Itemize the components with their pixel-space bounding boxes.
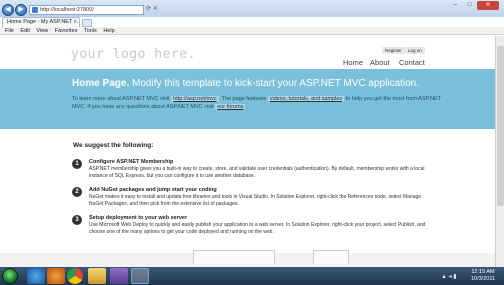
chrome-icon[interactable] <box>67 268 83 284</box>
content-card <box>313 250 349 264</box>
suggestions-heading: We suggest the following: <box>73 142 154 149</box>
aspnet-mvc-link[interactable]: http://asp.net/mvc <box>171 96 219 102</box>
minimize-button[interactable]: – <box>449 1 462 10</box>
featured-title: Home Page. Modify this template to kick-… <box>72 78 419 89</box>
videos-link[interactable]: videos, tutorials, and samples <box>267 96 345 102</box>
login-link[interactable]: Log on <box>405 47 425 54</box>
windows-taskbar: ▲ ◂ ▮ 12:15 AM 10/3/2011 <box>0 267 504 285</box>
menu-edit[interactable]: Edit <box>20 27 29 35</box>
nav-contact[interactable]: Contact <box>399 58 425 67</box>
new-tab-button[interactable] <box>82 19 92 27</box>
step-number: 3 <box>72 215 82 225</box>
featured-section: Home Page. Modify this template to kick-… <box>0 69 504 129</box>
clock-time: 12:15 AM <box>471 269 495 275</box>
content-card <box>193 250 275 264</box>
tab-title: Home Page - My ASP.NET ... <box>7 19 79 25</box>
address-text: http://localhost:27800/ <box>40 7 94 13</box>
visual-studio-icon[interactable] <box>110 268 128 284</box>
step-title: Setup deployment to your web server <box>89 215 188 221</box>
main-content: We suggest the following: 1 Configure AS… <box>0 129 504 267</box>
page-icon <box>32 7 38 13</box>
menu-favorites[interactable]: Favorites <box>55 27 78 35</box>
step-title: Configure ASP.NET Membership <box>89 159 174 165</box>
menu-tools[interactable]: Tools <box>84 27 97 35</box>
step-number: 1 <box>72 159 82 169</box>
taskbar-clock[interactable]: 12:15 AM 10/3/2011 <box>468 269 498 283</box>
web-page: your logo here. Register Log on Home Abo… <box>0 36 504 267</box>
featured-text-1: To learn more about ASP.NET MVC visit <box>72 96 172 102</box>
register-link[interactable]: Register <box>382 47 405 54</box>
forums-link[interactable]: our forums <box>215 104 246 110</box>
browser-titlebar: ◀ ▶ http://localhost:27800/ ⟳ ✕ – □ ✕ <box>0 0 504 17</box>
nav-about[interactable]: About <box>370 58 390 67</box>
featured-text: To learn more about ASP.NET MVC visit ht… <box>72 95 442 111</box>
navigation-bar: ◀ ▶ http://localhost:27800/ ⟳ ✕ <box>0 4 504 17</box>
featured-text-4: . <box>245 104 247 110</box>
step-text: Use Microsoft Web Deploy to quickly and … <box>89 222 426 235</box>
firefox-icon[interactable] <box>47 268 65 284</box>
menu-bar: File Edit View Favorites Tools Help <box>0 27 504 35</box>
menu-help[interactable]: Help <box>103 27 114 35</box>
step-text: NuGet makes it easy to install and updat… <box>89 194 422 207</box>
site-logo[interactable]: your logo here. <box>71 47 196 62</box>
internet-explorer-icon[interactable] <box>27 268 45 284</box>
address-bar[interactable]: http://localhost:27800/ <box>29 5 144 15</box>
forward-button[interactable]: ▶ <box>15 4 27 16</box>
maximize-button[interactable]: □ <box>463 1 476 10</box>
explorer-folder-icon[interactable] <box>88 268 106 284</box>
step-title: Add NuGet packages and jump start your c… <box>89 187 217 193</box>
tab-close-icon[interactable]: × <box>73 18 77 27</box>
step-text: ASP.NET membership gives you a built-in … <box>89 166 425 179</box>
nav-home[interactable]: Home <box>343 58 363 67</box>
system-tray-icons[interactable]: ▲ ◂ ▮ <box>441 273 457 280</box>
menu-file[interactable]: File <box>5 27 14 35</box>
back-button[interactable]: ◀ <box>2 4 14 16</box>
featured-title-bold: Home Page. <box>72 78 130 89</box>
featured-text-2: . The page features <box>218 96 268 102</box>
start-button[interactable] <box>2 268 18 284</box>
active-browser-task-icon[interactable] <box>131 268 149 284</box>
refresh-icon[interactable]: ⟳ ✕ <box>146 5 158 12</box>
clock-date: 10/3/2011 <box>470 276 496 282</box>
close-window-button[interactable]: ✕ <box>477 1 499 10</box>
scrollbar-thumb[interactable] <box>497 46 504 206</box>
browser-tab[interactable]: Home Page - My ASP.NET ... × <box>2 17 80 27</box>
featured-title-rest: Modify this template to kick-start your … <box>129 78 419 89</box>
menu-view[interactable]: View <box>36 27 48 35</box>
vertical-scrollbar[interactable] <box>495 36 504 267</box>
step-number: 2 <box>72 187 82 197</box>
